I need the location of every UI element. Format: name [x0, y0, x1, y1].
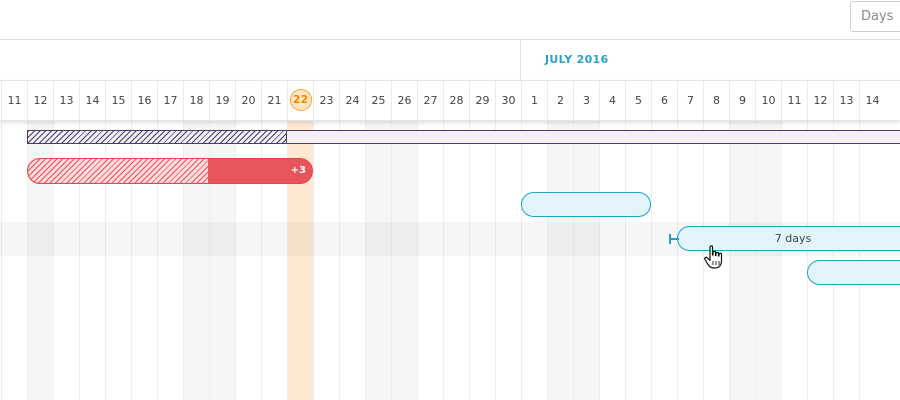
grid-column — [391, 121, 417, 400]
day-cell: 25 — [365, 81, 391, 121]
grid-column — [365, 121, 391, 400]
grid-column — [677, 121, 703, 400]
day-cell: 1 — [521, 81, 547, 121]
day-cell: 7 — [677, 81, 703, 121]
critical-task-progress — [28, 159, 208, 183]
day-cell: 20 — [235, 81, 261, 121]
day-cell: 24 — [339, 81, 365, 121]
drag-handle-icon[interactable] — [669, 233, 679, 245]
day-cell: 11 — [781, 81, 807, 121]
day-cell: 15 — [105, 81, 131, 121]
today-badge: 22 — [289, 89, 312, 111]
task-count-badge: +3 — [290, 165, 306, 176]
day-cell: 26 — [391, 81, 417, 121]
day-cell: 19 — [209, 81, 235, 121]
summary-task-bar[interactable] — [27, 130, 900, 144]
task-bar[interactable] — [807, 260, 900, 285]
day-cell-today: 22 — [287, 81, 313, 121]
day-cell: 27 — [417, 81, 443, 121]
grid-column — [729, 121, 755, 400]
day-cell: 16 — [131, 81, 157, 121]
grid-column — [1, 121, 27, 400]
day-cell: 13 — [53, 81, 79, 121]
day-cell: 13 — [833, 81, 859, 121]
day-cell: 14 — [859, 81, 885, 121]
grid-column — [651, 121, 677, 400]
day-cell: 30 — [495, 81, 521, 121]
grid-column — [521, 121, 547, 400]
day-cell: 12 — [27, 81, 53, 121]
grid-column — [625, 121, 651, 400]
grid-column — [443, 121, 469, 400]
grid-column — [599, 121, 625, 400]
critical-task-bar[interactable]: +3 — [27, 158, 313, 184]
day-cell: 28 — [443, 81, 469, 121]
month-label: JULY 2016 — [545, 53, 609, 66]
grid-column — [781, 121, 807, 400]
day-cell: 2 — [547, 81, 573, 121]
task-bar[interactable] — [521, 192, 651, 217]
grid-column — [417, 121, 443, 400]
day-cell: 3 — [573, 81, 599, 121]
day-cell: 5 — [625, 81, 651, 121]
month-separator — [520, 40, 521, 80]
grid-column — [547, 121, 573, 400]
day-cell: 10 — [755, 81, 781, 121]
day-cell: 9 — [729, 81, 755, 121]
month-header: JULY 2016 — [0, 40, 900, 80]
grid-column — [469, 121, 495, 400]
grid-column — [313, 121, 339, 400]
day-cell: 14 — [79, 81, 105, 121]
summary-task-progress — [28, 131, 287, 143]
day-cell: 29 — [469, 81, 495, 121]
day-cell: 21 — [261, 81, 287, 121]
day-cell: 23 — [313, 81, 339, 121]
grid-column — [339, 121, 365, 400]
day-cell: 8 — [703, 81, 729, 121]
grid-column — [755, 121, 781, 400]
grid-column — [495, 121, 521, 400]
day-cell: 11 — [1, 81, 27, 121]
day-cell: 17 — [157, 81, 183, 121]
day-header: 11 12 13 14 15 16 17 18 19 20 21 22 23 24 25 26 27 28 29 30… — [0, 80, 900, 121]
zoom-level-select[interactable]: Days — [850, 1, 900, 32]
day-cell: 12 — [807, 81, 833, 121]
day-cell: 6 — [651, 81, 677, 121]
toolbar: Days — [0, 0, 900, 40]
hand-cursor-icon — [704, 245, 723, 269]
day-cell: 18 — [183, 81, 209, 121]
grid-column — [573, 121, 599, 400]
day-cell: 4 — [599, 81, 625, 121]
